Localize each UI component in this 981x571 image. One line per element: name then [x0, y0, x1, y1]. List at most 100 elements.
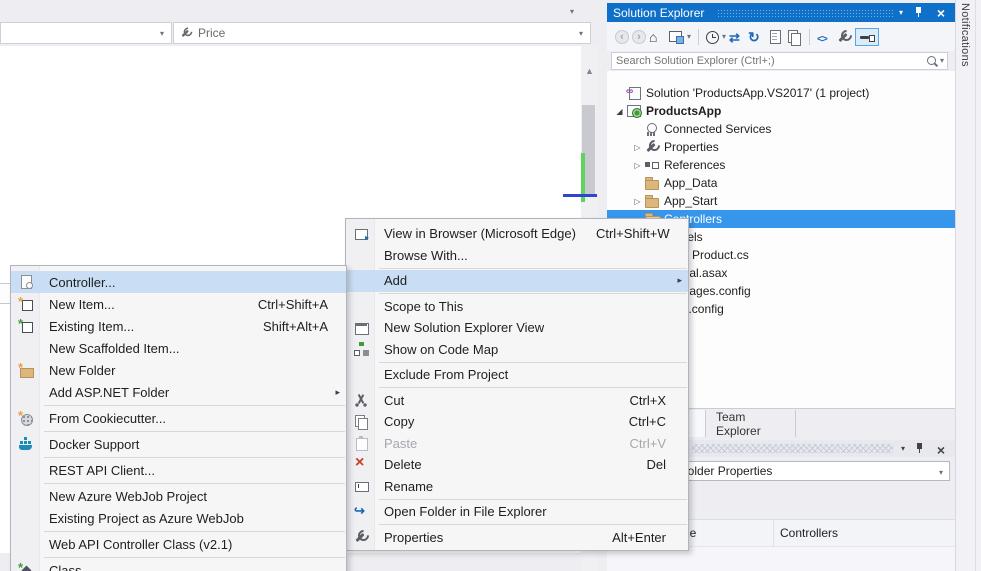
menu-item-show-on-code-map[interactable]: Show on Code Map: [346, 339, 688, 361]
submenu-item-existing-project-as-azure-webjob[interactable]: Existing Project as Azure WebJob: [11, 507, 346, 529]
menu-item-scope-to-this[interactable]: Scope to This: [346, 296, 688, 318]
refresh-icon[interactable]: [748, 29, 764, 45]
chevron-down-icon[interactable]: [579, 30, 583, 38]
open-folder-icon: [353, 504, 369, 520]
tree-item-solution[interactable]: Solution 'ProductsApp.VS2017' (1 project…: [607, 84, 955, 102]
notifications-tab[interactable]: Notifications: [959, 3, 971, 67]
sync-with-active-document-icon[interactable]: [729, 29, 745, 45]
submenu-item-new-azure-webjob-project[interactable]: New Azure WebJob Project: [11, 485, 346, 507]
tab-team-explorer[interactable]: Team Explorer: [706, 410, 796, 437]
menu-item-label: Add: [384, 273, 407, 288]
submenu-item-class[interactable]: Class...: [11, 559, 346, 571]
chevron-down-icon[interactable]: [939, 469, 943, 477]
expander-collapsed-icon[interactable]: [631, 161, 644, 170]
chevron-down-icon[interactable]: [687, 33, 691, 41]
show-all-files-icon[interactable]: [786, 29, 802, 45]
submenu-item-existing-item[interactable]: Existing Item... Shift+Alt+A: [11, 315, 346, 337]
submenu-item-web-api-controller-class[interactable]: Web API Controller Class (v2.1): [11, 533, 346, 555]
submenu-item-new-item[interactable]: New Item... Ctrl+Shift+A: [11, 293, 346, 315]
menu-item-properties[interactable]: Properties Alt+Enter: [346, 527, 688, 549]
submenu-arrow-icon: [335, 387, 340, 398]
tree-item-label: ProductsApp: [646, 104, 721, 118]
menu-item-cut[interactable]: Cut Ctrl+X: [346, 390, 688, 412]
editor-member-dropdown[interactable]: Price: [173, 22, 591, 44]
preview-selected-items-icon[interactable]: [855, 28, 879, 46]
menu-item-label: Copy: [384, 414, 414, 429]
web-project-icon: [626, 103, 642, 119]
tree-item-app-data[interactable]: App_Data: [607, 174, 955, 192]
search-input[interactable]: [612, 55, 926, 67]
menu-item-browse-with[interactable]: Browse With...: [346, 245, 688, 267]
pin-icon[interactable]: [914, 6, 924, 18]
menu-separator: [379, 524, 687, 525]
new-view-icon: [353, 320, 369, 336]
tree-item-references[interactable]: References: [607, 156, 955, 174]
menu-item-label: Add ASP.NET Folder: [49, 385, 169, 400]
panel-edge-divider: [975, 0, 976, 571]
chevron-down-icon[interactable]: [722, 33, 726, 41]
notifications-sidebar: Notifications: [955, 0, 981, 571]
submenu-item-new-folder[interactable]: New Folder: [11, 359, 346, 381]
properties-icon[interactable]: [836, 29, 852, 45]
document-tab-dropdown-icon[interactable]: [570, 8, 574, 16]
pending-changes-filter-icon[interactable]: [706, 31, 719, 44]
menu-item-shortcut: Ctrl+Shift+W: [576, 226, 684, 241]
titlebar-grip-texture: [717, 9, 893, 17]
menu-item-label: Scope to This: [384, 299, 463, 314]
close-icon[interactable]: [937, 442, 945, 460]
pin-icon[interactable]: [915, 442, 925, 454]
menu-item-view-in-browser[interactable]: View in Browser (Microsoft Edge) Ctrl+Sh…: [346, 223, 688, 245]
submenu-item-from-cookiecutter[interactable]: From Cookiecutter...: [11, 407, 346, 429]
editor-type-dropdown[interactable]: [0, 22, 172, 44]
submenu-item-new-scaffolded-item[interactable]: New Scaffolded Item...: [11, 337, 346, 359]
search-icon[interactable]: [926, 55, 939, 68]
search-box[interactable]: [611, 52, 948, 70]
menu-item-label: Class...: [49, 563, 92, 571]
menu-item-shortcut: Alt+Enter: [592, 530, 680, 545]
menu-item-new-solution-explorer-view[interactable]: New Solution Explorer View: [346, 317, 688, 339]
home-icon[interactable]: [649, 29, 665, 45]
forward-icon[interactable]: ›: [632, 30, 646, 44]
tree-item-properties[interactable]: Properties: [607, 138, 955, 156]
chevron-down-icon[interactable]: [940, 57, 944, 65]
scroll-up-icon[interactable]: [585, 66, 594, 76]
menu-item-label: New Azure WebJob Project: [49, 489, 207, 504]
submenu-arrow-icon: [677, 275, 682, 286]
menu-item-open-folder-in-file-explorer[interactable]: Open Folder in File Explorer: [346, 501, 688, 523]
menu-item-label: Docker Support: [49, 437, 139, 452]
window-position-icon[interactable]: [899, 9, 903, 17]
menu-separator: [44, 483, 345, 484]
tree-item-productsapp[interactable]: ProductsApp: [607, 102, 955, 120]
tree-item-app-start[interactable]: App_Start: [607, 192, 955, 210]
menu-separator: [379, 387, 687, 388]
close-icon[interactable]: [937, 6, 945, 21]
menu-item-label: Existing Project as Azure WebJob: [49, 511, 244, 526]
vs-main-window: Price Solution Explorer ‹ ›: [0, 0, 981, 571]
collapse-all-icon[interactable]: [668, 29, 684, 45]
view-code-icon[interactable]: [817, 29, 833, 45]
menu-item-add[interactable]: Add: [346, 270, 688, 292]
nest-related-files-icon[interactable]: [767, 29, 783, 45]
solution-explorer-titlebar[interactable]: Solution Explorer: [607, 3, 955, 22]
code-map-icon: [353, 341, 369, 357]
menu-item-copy[interactable]: Copy Ctrl+C: [346, 411, 688, 433]
back-icon[interactable]: ‹: [615, 30, 629, 44]
window-position-icon[interactable]: [901, 445, 905, 453]
menu-item-rename[interactable]: Rename: [346, 476, 688, 498]
expander-collapsed-icon[interactable]: [631, 197, 644, 206]
menu-item-shortcut: Ctrl+X: [610, 393, 680, 408]
tree-item-connected-services[interactable]: Connected Services: [607, 120, 955, 138]
submenu-item-docker-support[interactable]: Docker Support: [11, 433, 346, 455]
expander-collapsed-icon[interactable]: [631, 143, 644, 152]
chevron-down-icon[interactable]: [160, 30, 164, 38]
expander-expanded-icon[interactable]: [613, 107, 626, 116]
menu-item-delete[interactable]: Delete Del: [346, 454, 688, 476]
submenu-item-add-aspnet-folder[interactable]: Add ASP.NET Folder: [11, 381, 346, 403]
submenu-item-rest-api-client[interactable]: REST API Client...: [11, 459, 346, 481]
submenu-item-controller[interactable]: Controller...: [11, 271, 346, 293]
titlebar-grip-texture: [692, 444, 893, 453]
property-value[interactable]: Controllers: [774, 526, 838, 540]
menu-item-exclude-from-project[interactable]: Exclude From Project: [346, 364, 688, 386]
menu-item-label: Existing Item...: [49, 319, 134, 334]
delete-icon: [353, 457, 369, 473]
